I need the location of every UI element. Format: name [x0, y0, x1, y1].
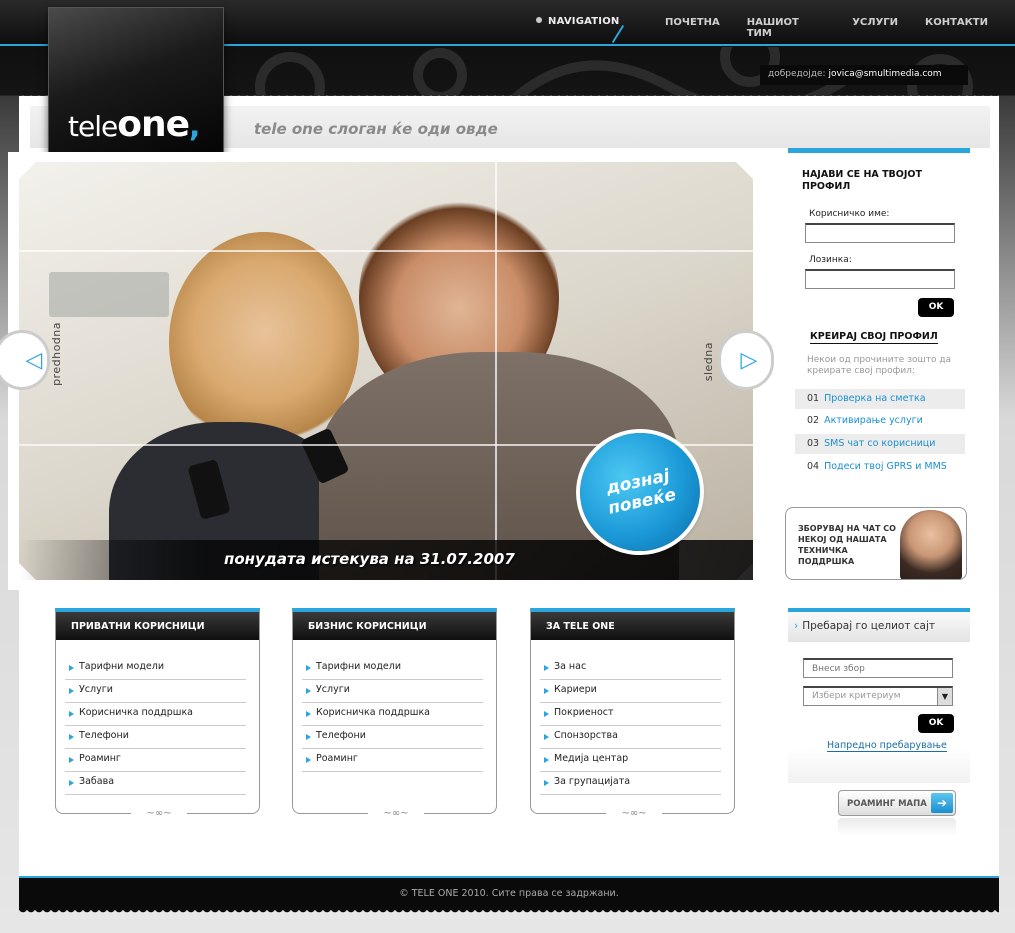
- bullet-icon: [536, 17, 542, 23]
- support-agent-image: [900, 510, 962, 579]
- reason-number: 04: [807, 461, 820, 472]
- reason-item[interactable]: 02 Активирање услуги: [795, 411, 965, 431]
- chevron-left-icon: ◁: [25, 347, 43, 373]
- column-title: БИЗНИС КОРИСНИЦИ: [293, 612, 496, 640]
- reason-text: Проверка на сметка: [824, 393, 926, 404]
- column-link[interactable]: Телефони: [65, 726, 246, 749]
- welcome-bar: добредојде: jovica@smultimedia.com: [760, 65, 968, 85]
- nav-item-team[interactable]: НАШИОТ ТИМ: [747, 17, 826, 39]
- create-profile-link[interactable]: КРЕИРАЈ СВОЈ ПРОФИЛ: [810, 331, 938, 344]
- roaming-map-button[interactable]: РОАМИНГ МАПА ➔: [838, 790, 956, 816]
- about-column: ЗА TELE ONE За нас Кариери Покриеност Сп…: [530, 608, 735, 819]
- column-link[interactable]: Тарифни модели: [65, 657, 246, 680]
- column-link[interactable]: Корисничка поддршка: [65, 703, 246, 726]
- logo-prefix: tele: [68, 110, 118, 143]
- chevron-right-icon: ›: [794, 620, 799, 632]
- login-box: НАЈАВИ СЕ НА ТВОЈОТ ПРОФИЛ Корисничко им…: [788, 148, 970, 480]
- column-title: ЗА TELE ONE: [531, 612, 734, 640]
- nav-item-home[interactable]: ПОЧЕТНА: [665, 17, 720, 39]
- column-link[interactable]: Спонзорства: [540, 726, 721, 749]
- password-label: Лозинка:: [809, 255, 852, 265]
- reason-item[interactable]: 04 Подеси твој GPRS и MMS: [795, 457, 965, 477]
- grid-line: [495, 162, 497, 580]
- column-link[interactable]: Забава: [65, 772, 246, 795]
- chevron-right-icon: ▷: [740, 347, 758, 373]
- reason-text: Активирање услуги: [824, 415, 923, 426]
- slogan: tele one слоган ќе оди овде: [254, 120, 498, 138]
- search-title-text: Пребарај го целиот сајт: [802, 620, 936, 632]
- column-link[interactable]: Кариери: [540, 680, 721, 703]
- column-link[interactable]: Услуги: [302, 680, 483, 703]
- site-search: ›Пребарај го целиот сајт Избери критериу…: [788, 608, 970, 783]
- slider-caption: понудата истекува на 31.07.2007: [224, 550, 515, 568]
- arrow-right-icon: ➔: [931, 793, 953, 813]
- username-field[interactable]: [805, 223, 955, 243]
- nav-item-contacts[interactable]: КОНТАКТИ: [925, 17, 988, 39]
- reason-number: 01: [807, 393, 820, 404]
- column-link[interactable]: За нас: [540, 657, 721, 680]
- navigation-tag: NAVIGATION: [536, 16, 619, 27]
- welcome-user[interactable]: jovica@smultimedia.com: [828, 69, 941, 79]
- search-title: › Пребарај го целиот сајт: [788, 612, 970, 642]
- reason-item[interactable]: 01 Проверка на сметка: [795, 389, 965, 409]
- reason-text: Подеси твој GPRS и MMS: [824, 461, 947, 472]
- ornament-icon: ~∞~: [131, 809, 187, 819]
- criteria-value: Избери критериум: [812, 691, 901, 701]
- nav-item-services[interactable]: УСЛУГИ: [852, 17, 898, 39]
- chevron-down-icon: ▼: [937, 688, 952, 705]
- logo-comma: ,: [189, 109, 200, 144]
- button-reflection: [838, 818, 956, 836]
- login-ok-button[interactable]: OK: [918, 298, 954, 317]
- search-input[interactable]: [803, 658, 953, 678]
- column-link[interactable]: Покриеност: [540, 703, 721, 726]
- grid-line: [19, 250, 753, 252]
- login-title: НАЈАВИ СЕ НА ТВОЈОТ ПРОФИЛ: [802, 169, 922, 192]
- search-ok-button[interactable]: OK: [918, 714, 954, 733]
- advanced-search-link[interactable]: Напредно пребарување: [827, 740, 947, 752]
- next-slide-button[interactable]: ▷: [718, 330, 774, 390]
- footer: © TELE ONE 2010. Сите права се задржани.: [19, 876, 999, 910]
- logo-text: teleone,: [68, 104, 200, 145]
- support-chat-banner[interactable]: ЗБОРУВАЈ НА ЧАТ СО НЕКОЈ ОД НАШАТА ТЕХНИ…: [785, 507, 967, 580]
- column-link[interactable]: Роаминг: [65, 749, 246, 772]
- roaming-map-label: РОАМИНГ МАПА: [847, 799, 927, 809]
- column-link[interactable]: Услуги: [65, 680, 246, 703]
- ornament-icon: ~∞~: [606, 809, 662, 819]
- username-label: Корисничко име:: [809, 209, 890, 219]
- reason-item[interactable]: 03 SMS чат со корисници: [795, 434, 965, 454]
- reasons-intro: Некои од прочините зошто да креирате сво…: [807, 355, 952, 376]
- next-slide-label: sledna: [702, 342, 715, 382]
- business-users-column: БИЗНИС КОРИСНИЦИ Тарифни модели Услуги К…: [292, 608, 497, 819]
- nav-divider: [611, 24, 625, 44]
- column-link[interactable]: Медија центар: [540, 749, 721, 772]
- reason-text: SMS чат со корисници: [824, 438, 936, 449]
- copyright: © TELE ONE 2010. Сите права се задржани.: [399, 888, 619, 899]
- column-link[interactable]: Роаминг: [302, 749, 483, 772]
- footer-edge: [19, 908, 999, 916]
- ornament-icon: ~∞~: [368, 809, 424, 819]
- column-link[interactable]: Телефони: [302, 726, 483, 749]
- column-title: ПРИВАТНИ КОРИСНИЦИ: [56, 612, 259, 640]
- criteria-select[interactable]: Избери критериум ▼: [803, 686, 953, 706]
- password-field[interactable]: [805, 269, 955, 289]
- prev-slide-button[interactable]: ◁: [0, 330, 50, 390]
- column-link[interactable]: Тарифни модели: [302, 657, 483, 680]
- column-link[interactable]: Корисничка поддршка: [302, 703, 483, 726]
- column-link[interactable]: За групацијата: [540, 772, 721, 795]
- reason-number: 02: [807, 415, 820, 426]
- navigation-tag-label: NAVIGATION: [548, 16, 620, 27]
- main-nav: ПОЧЕТНА НАШИОТ ТИМ УСЛУГИ КОНТАКТИ: [665, 17, 1015, 39]
- welcome-label: добредојде:: [768, 69, 826, 79]
- private-users-column: ПРИВАТНИ КОРИСНИЦИ Тарифни модели Услуги…: [55, 608, 260, 819]
- prev-slide-label: predhodna: [50, 322, 63, 386]
- photo-wall-panel: [49, 272, 169, 317]
- logo-main: one: [117, 104, 190, 145]
- reason-number: 03: [807, 438, 820, 449]
- chat-text: ЗБОРУВАЈ НА ЧАТ СО НЕКОЈ ОД НАШАТА ТЕХНИ…: [798, 524, 896, 566]
